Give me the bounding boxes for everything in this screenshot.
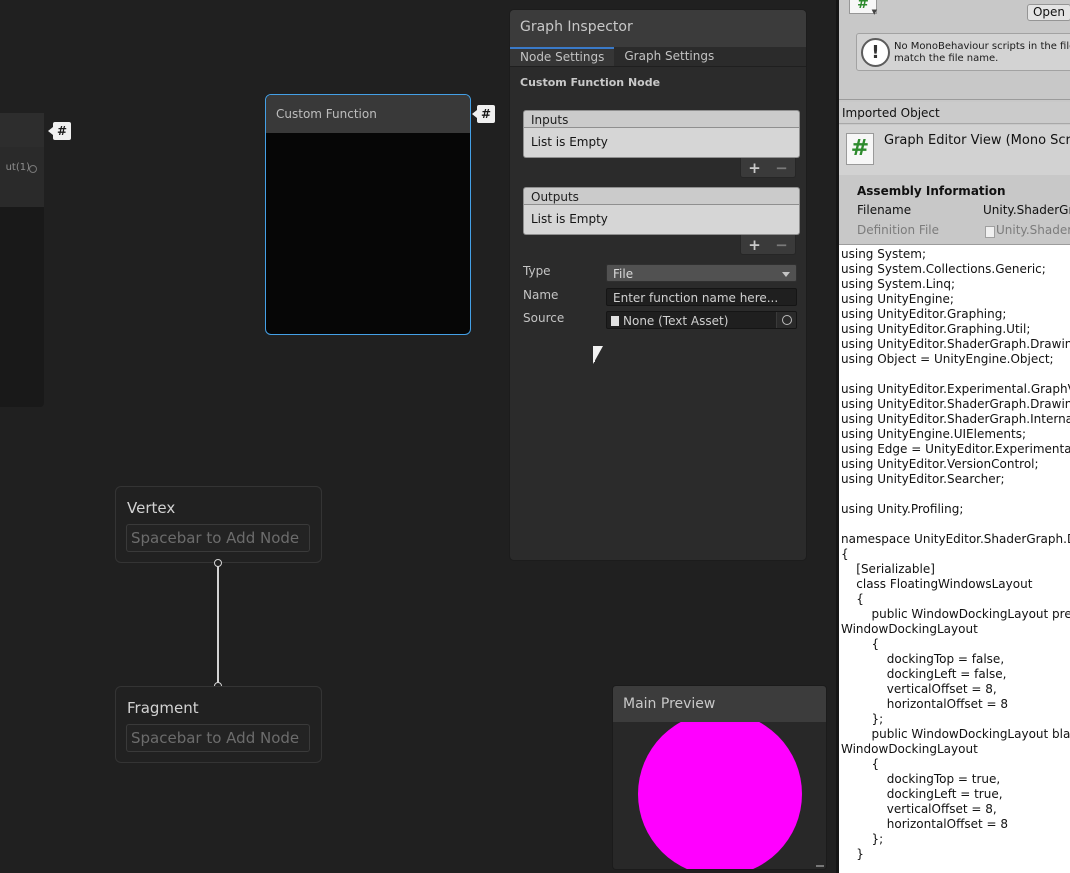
inspector-top-area: # ▼ Open ! No MonoBehaviour scripts in t…: [839, 0, 1070, 100]
fragment-add-node-hint[interactable]: Spacebar to Add Node: [126, 724, 310, 752]
open-button[interactable]: Open: [1027, 4, 1070, 21]
help-box: ! No MonoBehaviour scripts in the file, …: [856, 33, 1070, 71]
script-file-icon: #: [846, 133, 874, 165]
type-dropdown-value: File: [613, 267, 634, 281]
assembly-title: Assembly Information: [857, 184, 1006, 198]
definition-file-value: Unity.Shader: [983, 223, 1070, 238]
imported-object-header[interactable]: Imported Object: [839, 102, 1070, 124]
graph-inspector-panel[interactable]: Graph Inspector Node Settings Graph Sett…: [509, 9, 807, 561]
warning-icon: !: [861, 38, 890, 67]
partial-node-port-row: ut(1): [0, 147, 44, 207]
fragment-block[interactable]: Fragment Spacebar to Add Node: [115, 686, 322, 763]
script-icon[interactable]: # ▼: [849, 0, 877, 16]
text-asset-icon: [611, 316, 619, 326]
add-input-button[interactable]: +: [748, 159, 761, 177]
inputs-list-header: Inputs: [523, 110, 800, 128]
add-output-button[interactable]: +: [748, 236, 761, 254]
filename-value: Unity.ShaderGr: [983, 203, 1070, 217]
mouse-cursor-icon: [593, 346, 603, 364]
filename-label: Filename: [857, 203, 912, 217]
hash-badge-icon: #: [48, 122, 71, 140]
inputs-list[interactable]: Inputs List is Empty: [523, 110, 800, 158]
main-preview-title[interactable]: Main Preview: [613, 686, 826, 722]
partial-node-header: [0, 113, 44, 147]
outputs-list-empty: List is Empty: [523, 205, 800, 235]
chevron-down-icon: [782, 272, 790, 277]
outputs-list-buttons: + −: [740, 235, 796, 255]
remove-output-button[interactable]: −: [775, 236, 788, 254]
source-object-value: None (Text Asset): [623, 314, 729, 328]
fragment-block-title: Fragment: [127, 699, 199, 717]
node-section-title: Custom Function Node: [520, 76, 661, 89]
main-preview-panel[interactable]: Main Preview: [612, 685, 827, 870]
assembly-information: Assembly Information Filename Unity.Shad…: [839, 180, 1070, 242]
resize-grip-icon[interactable]: [816, 865, 824, 867]
type-label: Type: [523, 264, 551, 278]
partial-node-port-label: ut(1): [5, 162, 30, 173]
graph-inspector-tabs: Node Settings Graph Settings: [510, 47, 806, 67]
vertex-block-title: Vertex: [127, 499, 176, 517]
remove-input-button[interactable]: −: [775, 159, 788, 177]
object-title: Graph Editor View (Mono Scri: [884, 133, 1070, 148]
custom-function-node[interactable]: Custom Function: [265, 94, 471, 335]
tab-graph-settings[interactable]: Graph Settings: [614, 47, 724, 66]
inputs-list-buttons: + −: [740, 158, 796, 178]
graph-canvas[interactable]: ut(1) # Custom Function # Vertex Spaceba…: [0, 0, 836, 873]
vertex-output-port[interactable]: [214, 559, 222, 567]
definition-file-label: Definition File: [857, 223, 940, 237]
object-header: # Graph Editor View (Mono Scri: [839, 125, 1070, 175]
script-icon-glyph: #: [857, 0, 869, 12]
vertex-block[interactable]: Vertex Spacebar to Add Node: [115, 486, 322, 563]
function-name-field[interactable]: Enter function name here...: [606, 288, 797, 306]
source-label: Source: [523, 311, 565, 325]
vertex-add-node-hint[interactable]: Spacebar to Add Node: [126, 524, 310, 552]
object-picker-icon[interactable]: [776, 312, 796, 328]
inspector-window: # ▼ Open ! No MonoBehaviour scripts in t…: [839, 0, 1070, 873]
script-source-preview[interactable]: using System; using System.Collections.G…: [839, 244, 1070, 873]
inputs-list-empty: List is Empty: [523, 128, 800, 158]
custom-function-node-title[interactable]: Custom Function: [266, 95, 470, 133]
partial-node[interactable]: ut(1): [0, 113, 44, 407]
graph-inspector-title[interactable]: Graph Inspector: [510, 10, 806, 47]
flow-connector: [217, 563, 219, 686]
tab-node-settings[interactable]: Node Settings: [510, 47, 615, 66]
chevron-down-icon: ▼: [871, 8, 877, 16]
name-label: Name: [523, 288, 559, 302]
preview-sphere: [638, 722, 802, 869]
help-message: No MonoBehaviour scripts in the file, ma…: [894, 41, 1070, 64]
type-dropdown[interactable]: File: [606, 264, 797, 282]
outputs-list-header: Outputs: [523, 187, 800, 205]
partial-node-port[interactable]: [29, 165, 37, 173]
outputs-list[interactable]: Outputs List is Empty: [523, 187, 800, 235]
hash-badge-icon: #: [472, 105, 495, 123]
source-object-field[interactable]: None (Text Asset): [606, 311, 797, 329]
main-preview-viewport[interactable]: [613, 722, 826, 869]
